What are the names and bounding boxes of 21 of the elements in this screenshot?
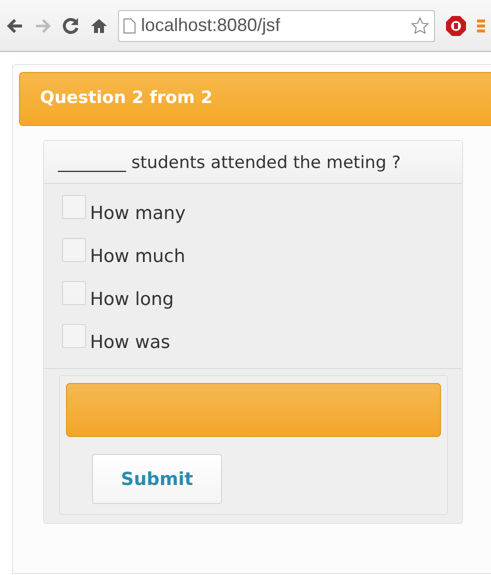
checkbox[interactable] [62,238,86,262]
checkbox[interactable] [62,280,86,304]
back-icon[interactable] [6,16,24,34]
option-label[interactable]: How was [90,329,170,356]
checkbox[interactable] [62,324,86,348]
option-label[interactable]: How much [90,243,186,270]
checkbox[interactable] [62,194,86,218]
submit-button[interactable]: Submit [92,454,222,504]
option-label[interactable]: How long [90,286,174,313]
url-text: localhost:8080/jsf [141,14,282,37]
address-field[interactable]: localhost:8080/jsf [118,10,435,42]
reload-icon[interactable] [62,16,80,34]
option-label[interactable]: How many [90,200,186,227]
panel-header: Question 2 from 2 [19,72,491,126]
forward-icon[interactable] [34,16,52,34]
menu-icon[interactable] [477,16,485,34]
page-icon [123,18,136,34]
home-icon[interactable] [90,16,108,34]
question-text: ________ students attended the meting ? [44,141,462,184]
star-icon[interactable] [410,16,430,36]
stop-sign-icon[interactable] [445,14,467,36]
